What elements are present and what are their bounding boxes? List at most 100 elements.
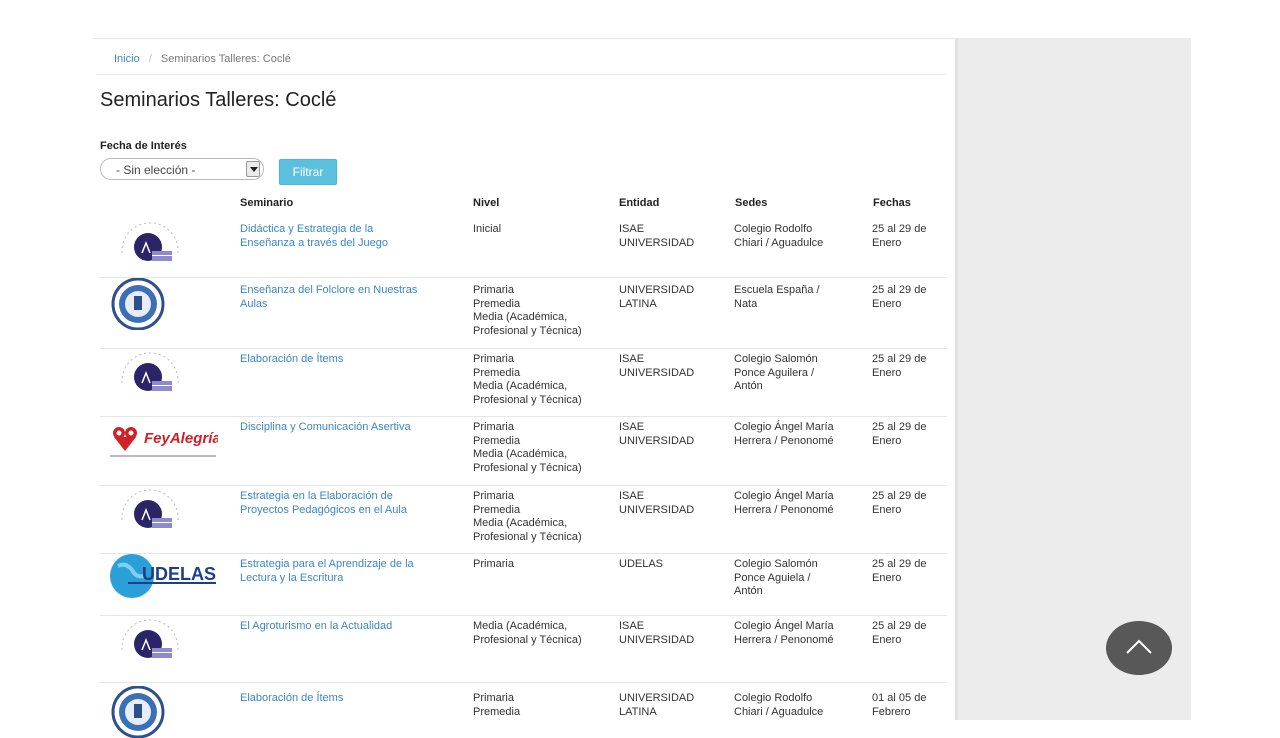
table-row: FeyAlegría Disciplina y Comunicación Aser… <box>100 421 947 486</box>
nivel-cell-line: Profesional y Técnica) <box>473 530 582 543</box>
seminar-link[interactable]: Disciplina y Comunicación Asertiva <box>240 421 455 435</box>
entidad-cell-line: UNIVERSIDAD <box>619 633 695 646</box>
entidad-cell-line: ISAE <box>619 490 645 502</box>
sedes-cell-line: Nata <box>734 297 758 310</box>
fechas-cell: 01 al 05 de Febrero <box>872 692 947 719</box>
nivel-cell: Primaria Premedia Media (Académica, Profesi… <box>473 284 608 338</box>
fe-y-alegria-logo-icon: FeyAlegría <box>108 421 221 473</box>
isae-universidad-logo-icon <box>121 619 179 658</box>
seminar-link-line: Disciplina y Comunicación Asertiva <box>240 421 411 433</box>
fechas-cell-line: 01 al 05 de <box>872 692 927 704</box>
sedes-cell-line: Herrera / Penonomé <box>734 434 834 447</box>
column-header-sedes: Sedes <box>735 197 768 209</box>
nivel-cell-line: Primaria <box>473 558 514 570</box>
universidad-latina-logo-icon <box>111 686 165 738</box>
seminar-link[interactable]: Enseñanza del Folclore en Nuestras Aulas <box>240 284 455 311</box>
page-title: Seminarios Talleres: Coclé <box>100 89 337 111</box>
sedes-cell-line: Chiari / Aguadulce <box>734 236 824 249</box>
sedes-cell-line: Colegio Ángel María <box>734 421 834 433</box>
seminar-link-line: Estrategia en la Elaboración de <box>240 490 393 502</box>
seminar-link-line: Estrategia para el Aprendizaje de la <box>240 558 414 570</box>
nivel-cell: Primaria Premedia <box>473 692 608 719</box>
date-filter-label: Fecha de Interés <box>100 140 187 152</box>
column-header-seminario: Seminario <box>240 197 294 209</box>
sedes-cell-line: Ponce Aguiela / <box>734 571 811 584</box>
sedes-cell-line: Ponce Aguilera / <box>734 366 815 379</box>
nivel-cell-line: Premedia <box>473 297 521 310</box>
fechas-cell-line: Enero <box>872 297 902 310</box>
fechas-cell-line: 25 al 29 de <box>872 620 927 632</box>
sedes-cell: Colegio Rodolfo Chiari / Aguadulce <box>734 223 864 250</box>
svg-text:UDELAS: UDELAS <box>142 564 216 584</box>
entidad-cell-line: ISAE <box>619 223 645 235</box>
nivel-cell-line: Primaria <box>473 421 514 433</box>
sedes-cell: Colegio Salomón Ponce Aguilera / Antón <box>734 353 864 394</box>
fechas-cell: 25 al 29 de Enero <box>872 353 947 380</box>
row-divider <box>100 485 947 486</box>
chevron-down-icon[interactable] <box>246 161 260 177</box>
nivel-cell-line: Media (Académica, <box>473 620 568 632</box>
entidad-cell-line: ISAE <box>619 353 645 365</box>
seminar-link[interactable]: Didáctica y Estrategia de la Enseñanza a … <box>240 223 455 250</box>
svg-text:FeyAlegría: FeyAlegría <box>144 430 218 447</box>
nivel-cell-line: Media (Académica, <box>473 517 568 529</box>
entidad-cell-line: UNIVERSIDAD <box>619 284 695 296</box>
entidad-cell-line: UNIVERSIDAD <box>619 503 695 516</box>
content-edge <box>955 38 958 720</box>
universidad-latina-logo-icon <box>111 278 165 330</box>
nivel-cell: Primaria Premedia Media (Académica, Profesi… <box>473 421 608 475</box>
right-sidebar <box>958 38 1191 720</box>
isae-universidad-logo-icon <box>121 222 179 261</box>
breadcrumb-current: Seminarios Talleres: Coclé <box>160 53 291 65</box>
seminar-link-line: El Agroturismo en la Actualidad <box>240 620 393 632</box>
sedes-cell-line: Colegio Salomón <box>734 558 818 570</box>
nivel-cell-line: Primaria <box>473 692 514 704</box>
entidad-cell-line: UNIVERSIDAD <box>619 692 695 704</box>
entidad-cell-line: UNIVERSIDAD <box>619 236 695 249</box>
table-row: Elaboración de Ítems Primaria Premedia UNIV… <box>100 686 947 738</box>
entidad-cell: ISAE UNIVERSIDAD <box>619 620 724 647</box>
date-filter-select[interactable]: - Sin elección - <box>100 158 264 180</box>
scroll-to-top-button[interactable] <box>1106 621 1172 675</box>
fechas-cell-line: 25 al 29 de <box>872 490 927 502</box>
fechas-cell-line: 25 al 29 de <box>872 284 927 296</box>
nivel-cell-line: Primaria <box>473 284 514 296</box>
row-divider <box>100 615 947 616</box>
fechas-cell: 25 al 29 de Enero <box>872 558 947 585</box>
sedes-cell-line: Escuela España / <box>734 284 820 296</box>
fechas-cell-line: Enero <box>872 366 902 379</box>
entidad-cell-line: ISAE <box>619 620 645 632</box>
column-header-fechas: Fechas <box>873 197 911 209</box>
fechas-cell-line: Enero <box>872 434 902 447</box>
seminar-link[interactable]: Elaboración de Ítems <box>240 692 455 706</box>
nivel-cell: Inicial <box>473 223 608 237</box>
seminar-link-line: Lectura y la Escritura <box>240 571 344 584</box>
filter-button[interactable]: Filtrar <box>279 159 337 185</box>
row-divider <box>100 277 947 278</box>
table-row: UDELAS Estrategia para el Aprendizaje de … <box>100 554 947 616</box>
sedes-cell: Colegio Ángel María Herrera / Penonomé <box>734 620 864 647</box>
sedes-cell-line: Colegio Rodolfo <box>734 223 813 235</box>
nivel-cell-line: Profesional y Técnica) <box>473 633 582 646</box>
sedes-cell-line: Chiari / Aguadulce <box>734 705 824 718</box>
table-row: El Agroturismo en la Actualidad Media (Ac… <box>100 619 947 683</box>
fechas-cell-line: 25 al 29 de <box>872 421 927 433</box>
seminar-link[interactable]: Elaboración de Ítems <box>240 353 455 367</box>
fechas-cell: 25 al 29 de Enero <box>872 490 947 517</box>
row-divider <box>100 553 947 554</box>
seminar-link[interactable]: Estrategia en la Elaboración de Proyectos… <box>240 490 455 517</box>
seminar-link[interactable]: El Agroturismo en la Actualidad <box>240 620 455 634</box>
fechas-cell-line: Enero <box>872 571 902 584</box>
table-row: Elaboración de Ítems Primaria Premedia Medi… <box>100 352 947 417</box>
udelas-logo-icon: UDELAS <box>110 554 216 598</box>
entidad-cell-line: UNIVERSIDAD <box>619 434 695 447</box>
nivel-cell-line: Premedia <box>473 503 521 516</box>
breadcrumb-home-link[interactable]: Inicio <box>114 53 140 65</box>
entidad-cell: UNIVERSIDAD LATINA <box>619 692 724 719</box>
nivel-cell-line: Primaria <box>473 353 514 365</box>
seminar-link[interactable]: Estrategia para el Aprendizaje de la Lect… <box>240 558 455 585</box>
sedes-cell-line: Colegio Rodolfo <box>734 692 813 704</box>
nivel-cell-line: Inicial <box>473 223 502 235</box>
row-divider <box>100 682 947 683</box>
column-header-entidad: Entidad <box>619 197 660 209</box>
